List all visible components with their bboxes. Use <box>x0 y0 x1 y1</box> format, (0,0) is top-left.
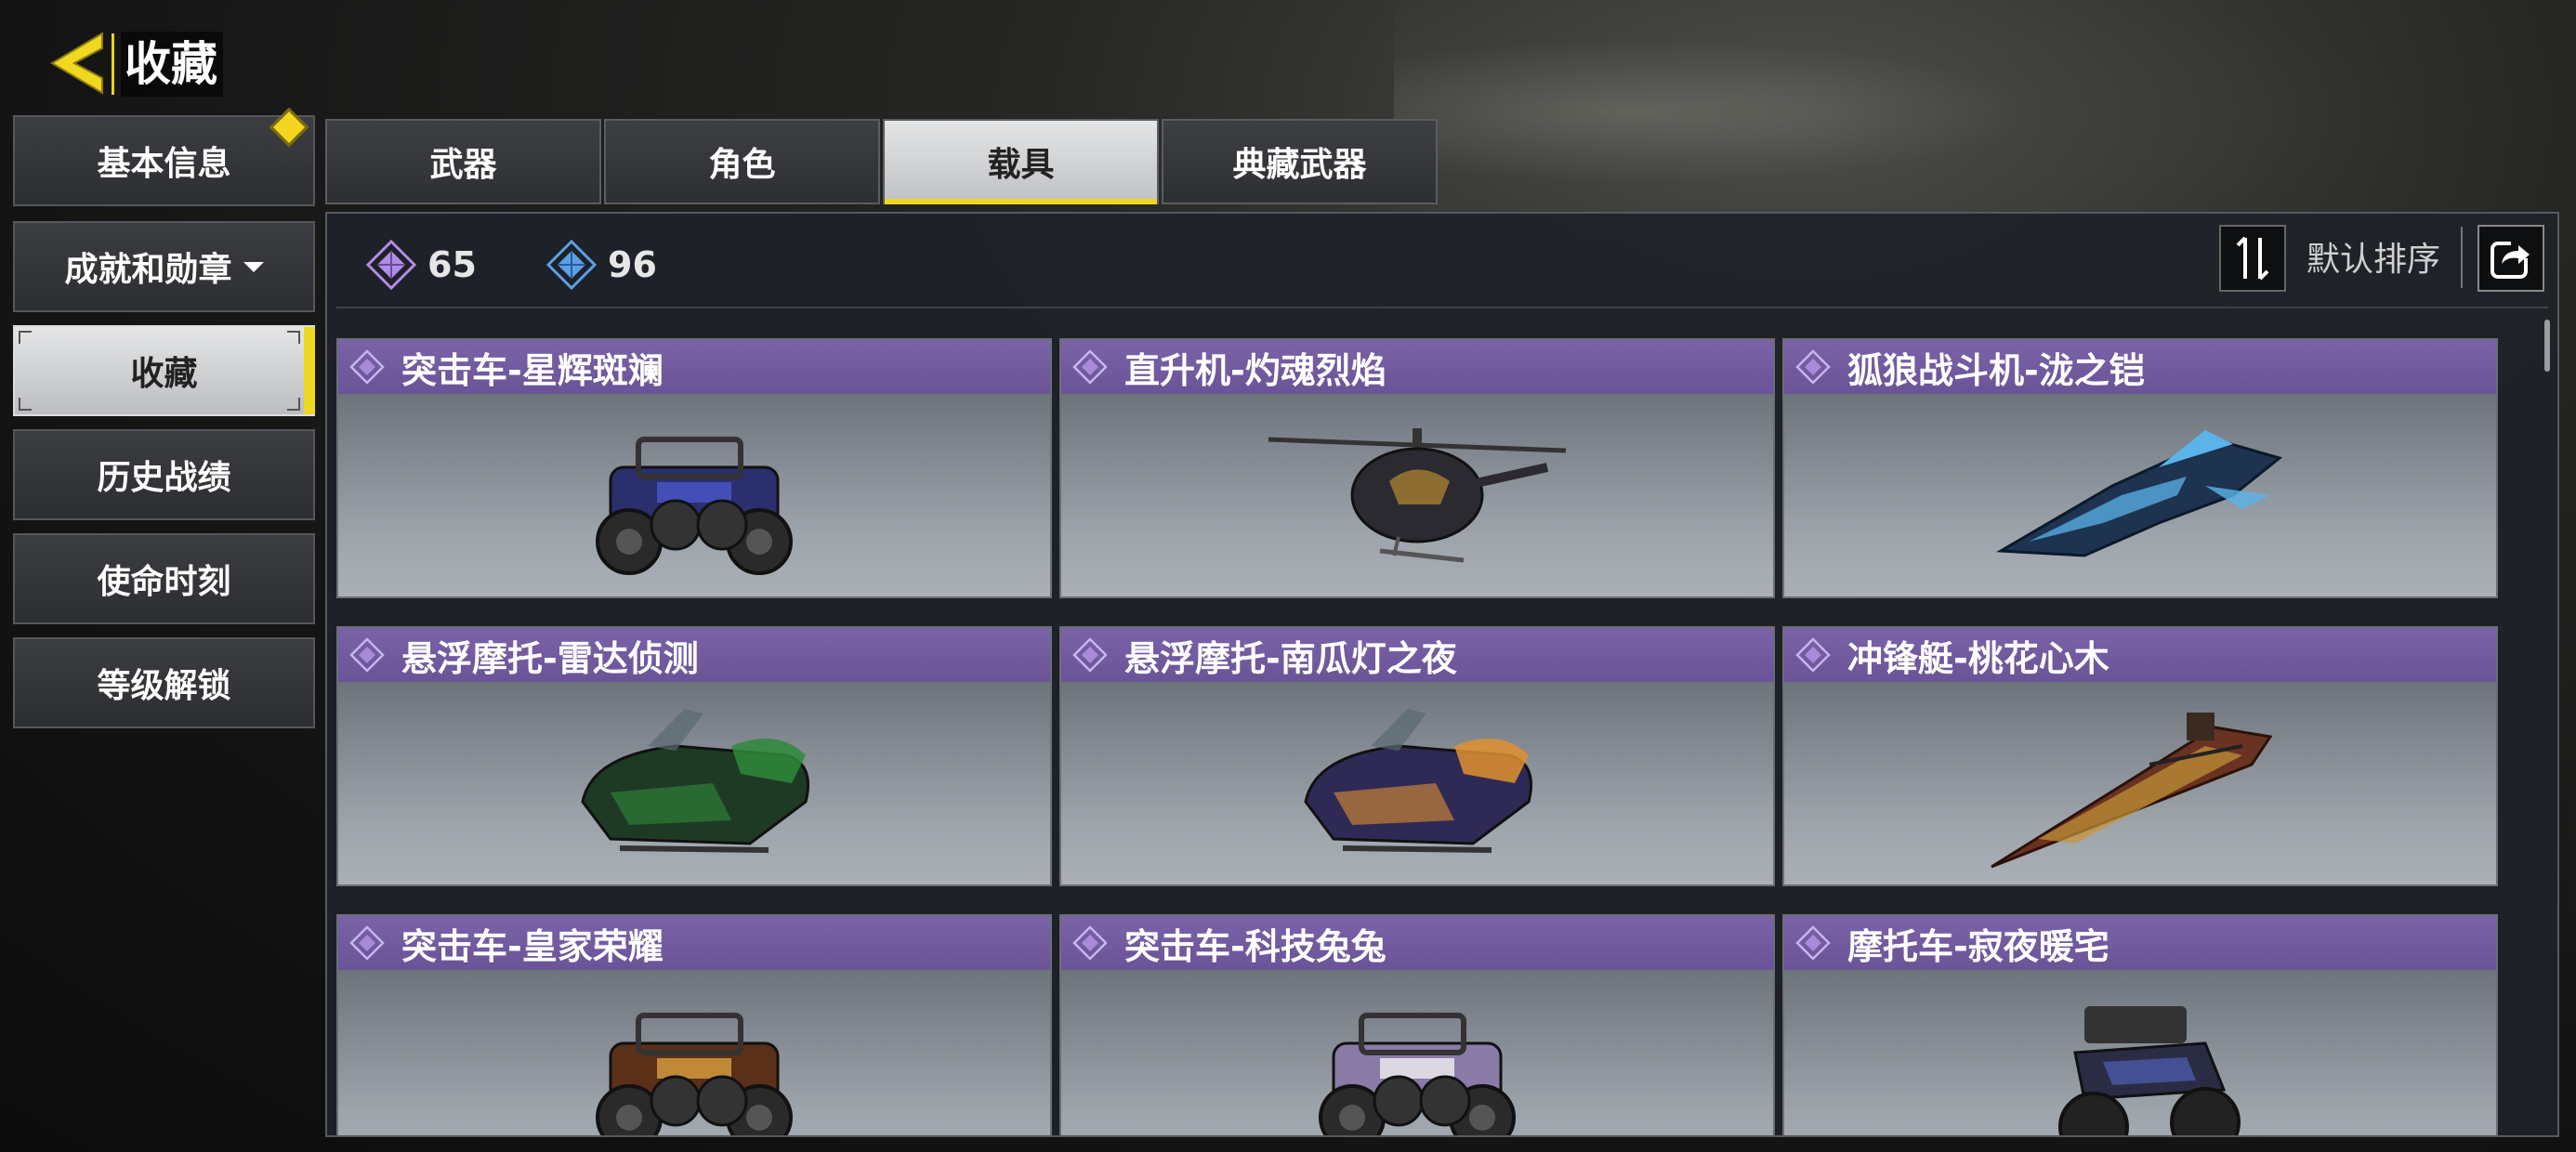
share-button[interactable] <box>2477 225 2544 292</box>
vehicle-card[interactable]: 狐狼战斗机-泷之铠 <box>1782 338 2498 598</box>
tab-label: 载具 <box>987 146 1055 184</box>
vehicle-preview <box>338 970 1050 1135</box>
vehicle-preview <box>1784 682 2496 884</box>
blue-diamond-icon <box>546 240 597 290</box>
vehicle-card-header: 悬浮摩托-雷达侦测 <box>338 628 1050 682</box>
corner-bracket <box>19 331 32 344</box>
sidebar-item-label: 历史战绩 <box>97 459 231 497</box>
back-arrow-icon[interactable] <box>46 30 108 97</box>
vehicle-preview <box>1061 394 1773 596</box>
tab-label: 典藏武器 <box>1232 146 1367 184</box>
jet-vehicle-icon <box>1995 430 2283 557</box>
sort-label[interactable]: 默认排序 <box>2307 232 2440 288</box>
vehicle-card[interactable]: 冲锋艇-桃花心木 <box>1782 626 2498 886</box>
vehicle-card[interactable]: 悬浮摩托-南瓜灯之夜 <box>1059 626 1775 886</box>
sidebar-item-label: 使命时刻 <box>97 563 231 601</box>
motorcycle-vehicle-icon <box>2058 1006 2241 1135</box>
vehicle-card-header: 狐狼战斗机-泷之铠 <box>1784 340 2496 394</box>
vehicle-card-header: 摩托车-寂夜暖宅 <box>1784 916 2496 970</box>
rarity-diamond-icon <box>1795 349 1831 385</box>
page-title: 收藏 <box>121 32 223 97</box>
vehicle-card-header: 冲锋艇-桃花心木 <box>1784 628 2496 682</box>
header-divider <box>112 33 114 95</box>
sidebar-item-label: 成就和勋章 <box>64 251 232 289</box>
vehicle-name: 突击车-星辉斑斓 <box>401 349 664 391</box>
rarity-diamond-icon <box>349 349 385 385</box>
hoverbike-vehicle-icon <box>581 709 809 853</box>
vehicle-name: 突击车-皇家荣耀 <box>401 925 664 967</box>
tab-characters[interactable]: 角色 <box>604 119 880 204</box>
tab-label: 角色 <box>708 146 776 184</box>
tab-vehicles[interactable]: 载具 <box>883 119 1159 204</box>
corner-bracket <box>19 398 32 411</box>
vehicle-preview <box>1061 970 1773 1135</box>
sidebar-item-label: 收藏 <box>130 355 198 393</box>
vehicle-card[interactable]: 摩托车-寂夜暖宅 <box>1782 914 2498 1135</box>
sidebar-item-achievements[interactable]: 成就和勋章 <box>13 221 315 312</box>
vehicle-name: 摩托车-寂夜暖宅 <box>1847 925 2109 967</box>
rarity-diamond-icon <box>349 637 385 673</box>
tab-legendary-weapons[interactable]: 典藏武器 <box>1162 119 1438 204</box>
vehicle-card-header: 突击车-科技兔兔 <box>1061 916 1773 970</box>
sidebar-item-history[interactable]: 历史战绩 <box>13 429 315 520</box>
vehicle-preview <box>338 394 1050 596</box>
purple-counter: 65 <box>366 236 477 294</box>
vehicle-preview <box>1061 682 1773 884</box>
hoverbike-vehicle-icon <box>1304 709 1532 853</box>
vehicle-name: 冲锋艇-桃花心木 <box>1847 637 2109 679</box>
vehicle-name: 悬浮摩托-雷达侦测 <box>401 637 699 679</box>
rarity-diamond-icon <box>349 925 385 961</box>
share-icon <box>2491 238 2531 279</box>
rarity-diamond-icon <box>1072 349 1108 385</box>
sidebar-item-label: 基本信息 <box>97 145 231 183</box>
sidebar-item-basic-info[interactable]: 基本信息 <box>13 115 315 206</box>
vehicle-card[interactable]: 直升机-灼魂烈焰 <box>1059 338 1775 598</box>
vehicle-card-header: 悬浮摩托-南瓜灯之夜 <box>1061 628 1773 682</box>
panel-divider <box>336 307 2548 308</box>
sidebar-item-collection[interactable]: 收藏 <box>13 325 315 416</box>
vehicle-grid: 突击车-星辉斑斓 直升机-灼魂烈焰 狐狼战斗机-泷之铠 悬浮摩托-雷达侦测 悬浮… <box>327 334 2539 1135</box>
rarity-diamond-icon <box>1795 637 1831 673</box>
vehicle-name: 狐狼战斗机-泷之铠 <box>1847 349 2145 391</box>
speedboat-vehicle-icon <box>1991 713 2273 869</box>
vehicle-card-header: 直升机-灼魂烈焰 <box>1061 340 1773 394</box>
vehicle-card[interactable]: 悬浮摩托-雷达侦测 <box>336 626 1052 886</box>
buggy-vehicle-icon <box>596 1013 793 1135</box>
vehicle-card-header: 突击车-皇家荣耀 <box>338 916 1050 970</box>
sort-toggle-button[interactable] <box>2219 225 2286 292</box>
vehicle-card[interactable]: 突击车-星辉斑斓 <box>336 338 1052 598</box>
vehicle-preview <box>1784 970 2496 1135</box>
vehicle-card[interactable]: 突击车-科技兔兔 <box>1059 914 1775 1135</box>
tab-label: 武器 <box>429 146 497 184</box>
blue-counter: 96 <box>546 236 657 294</box>
sort-divider <box>2461 227 2463 288</box>
vehicle-preview <box>1784 394 2496 596</box>
rarity-diamond-icon <box>1072 637 1108 673</box>
sidebar-item-level-unlock[interactable]: 等级解锁 <box>13 637 315 728</box>
buggy-vehicle-icon <box>596 437 793 575</box>
blue-count: 96 <box>608 244 657 285</box>
vehicle-name: 突击车-科技兔兔 <box>1124 925 1387 967</box>
sidebar-item-mission-moments[interactable]: 使命时刻 <box>13 533 315 624</box>
scrollbar[interactable] <box>2544 320 2550 372</box>
vehicle-card[interactable]: 突击车-皇家荣耀 <box>336 914 1052 1135</box>
corner-bracket <box>287 398 300 411</box>
purple-diamond-icon <box>366 240 416 290</box>
caret-down-icon <box>243 261 264 272</box>
rarity-diamond-icon <box>1072 925 1108 961</box>
tab-weapons[interactable]: 武器 <box>325 119 601 204</box>
vehicle-card-header: 突击车-星辉斑斓 <box>338 340 1050 394</box>
sidebar-item-label: 等级解锁 <box>97 667 231 705</box>
buggy-vehicle-icon <box>1319 1013 1516 1135</box>
vehicle-name: 悬浮摩托-南瓜灯之夜 <box>1124 637 1457 679</box>
helicopter-vehicle-icon <box>1268 428 1567 563</box>
purple-count: 65 <box>427 244 477 285</box>
collection-panel: 65 96 默认排序 突击车-星辉斑斓 直升机-灼魂烈焰 狐狼战斗机-泷之铠 悬… <box>325 212 2559 1137</box>
corner-bracket <box>287 331 300 344</box>
rarity-diamond-icon <box>1795 925 1831 961</box>
sort-arrows-icon <box>2236 236 2269 281</box>
vehicle-preview <box>338 682 1050 884</box>
vehicle-name: 直升机-灼魂烈焰 <box>1124 349 1387 391</box>
